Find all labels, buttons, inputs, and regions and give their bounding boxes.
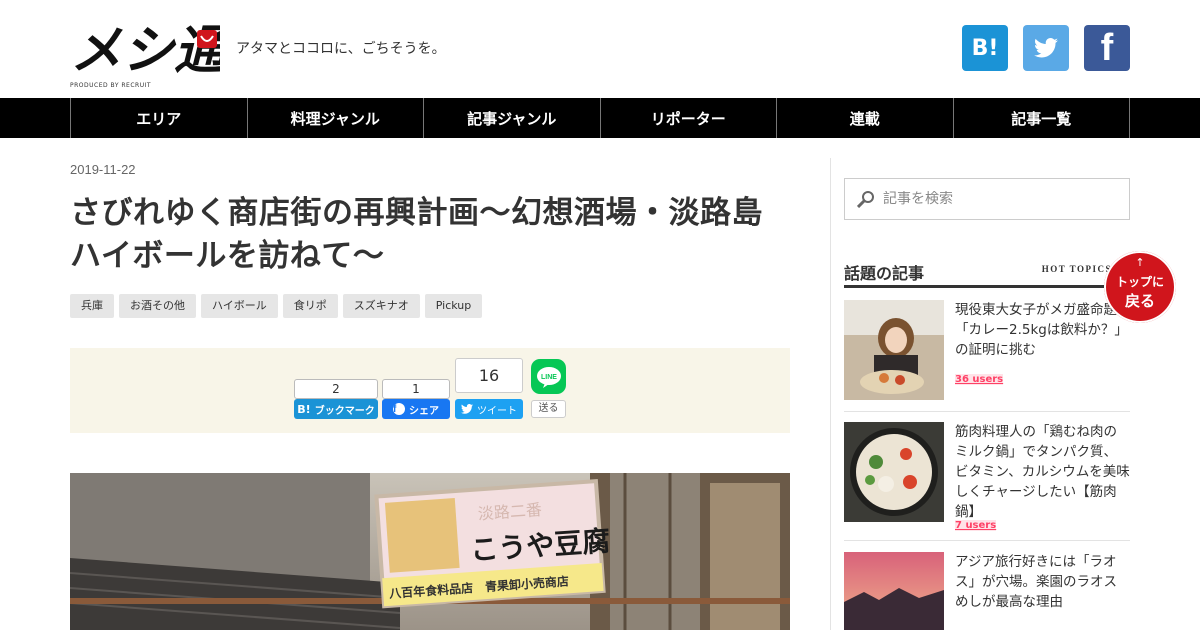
article-thumbnail[interactable]	[844, 552, 944, 630]
back-to-top-label-2: 戻る	[1124, 292, 1155, 310]
popular-subtitle: HOT TOPICS	[1041, 264, 1112, 274]
site-tagline: アタマとココロに、ごちそうを。	[236, 41, 446, 57]
back-to-top-label-1: トップに	[1115, 275, 1164, 289]
line-icon[interactable]: LINE	[531, 359, 566, 394]
tag-other-drinks[interactable]: お酒その他	[119, 294, 196, 318]
global-nav: エリア 料理ジャンル 記事ジャンル リポーター 連載 記事一覧	[0, 98, 1200, 138]
popular-article-3[interactable]: アジア旅行好きには「ラオス」が穴場。楽園のラオスめしが最高な理由	[844, 552, 1130, 630]
hatena-b-icon: B!	[297, 402, 311, 416]
tag-food-report[interactable]: 食リポ	[282, 294, 338, 318]
hatena-count: 2	[294, 379, 378, 399]
popular-title: 話題の記事	[844, 264, 925, 283]
twitter-share-label: ツイート	[477, 405, 517, 417]
facebook-circle-icon: f	[393, 403, 405, 415]
popular-header: 話題の記事 HOT TOPICS	[844, 258, 1130, 288]
hatena-share[interactable]: 2 B! ブックマーク	[294, 379, 378, 419]
hatena-share-label: ブックマーク	[314, 405, 375, 417]
tag-hyogo[interactable]: 兵庫	[70, 294, 114, 318]
up-arrow-icon: ↑	[1135, 256, 1145, 269]
hatena-users-badge[interactable]: 36 users	[955, 374, 1004, 385]
tag-suzuki-nao[interactable]: スズキナオ	[342, 294, 420, 318]
nav-item-article-list[interactable]: 記事一覧	[954, 98, 1130, 138]
article-thumbnail[interactable]	[844, 422, 944, 522]
logo-wordmark: メシ通	[70, 20, 220, 81]
nav-item-reporter[interactable]: リポーター	[601, 98, 777, 138]
article-thumbnail[interactable]	[844, 300, 944, 400]
article-tags: 兵庫 お酒その他 ハイボール 食リポ スズキナオ Pickup	[70, 294, 483, 318]
twitter-count: 16	[455, 358, 523, 393]
search-input[interactable]	[883, 191, 1113, 207]
tag-highball[interactable]: ハイボール	[201, 294, 278, 318]
share-box: 2 B! ブックマーク 1 f シェア 16 ツイート LINE 送る	[70, 348, 790, 433]
article-title: さびれゆく商店街の再興計画〜幻想酒場・淡路島ハイボールを訪ねて〜	[70, 195, 763, 274]
svg-text:LINE: LINE	[541, 374, 557, 381]
hatena-bookmark-icon[interactable]: B!	[962, 25, 1008, 71]
article-title-link[interactable]: アジア旅行好きには「ラオス」が穴場。楽園のラオスめしが最高な理由	[955, 552, 1130, 612]
tag-pickup[interactable]: Pickup	[424, 294, 483, 318]
list-separator	[844, 540, 1130, 541]
hatena-users-badge[interactable]: 7 users	[955, 520, 997, 531]
line-send-button[interactable]: 送る	[531, 400, 566, 418]
facebook-share[interactable]: 1 f シェア	[382, 379, 450, 419]
nav-item-cuisine-genre[interactable]: 料理ジャンル	[248, 98, 424, 138]
facebook-share-button[interactable]: f シェア	[382, 399, 450, 419]
list-separator	[844, 411, 1130, 412]
facebook-share-label: シェア	[409, 405, 439, 417]
back-to-top-button[interactable]: ↑ トップに 戻る	[1104, 251, 1176, 323]
article-date: 2019-11-22	[70, 162, 136, 177]
twitter-icon[interactable]	[1023, 25, 1069, 71]
nav-item-series[interactable]: 連載	[777, 98, 954, 138]
sidebar-divider	[830, 158, 831, 630]
search-icon	[857, 191, 874, 208]
twitter-bird-icon	[461, 404, 473, 414]
logo-credit: PRODUCED BY RECRUIT	[70, 82, 151, 89]
hero-image: 淡路二番 こうや豆腐 八百年食料品店 青果卸小売商店	[70, 473, 790, 630]
popular-article-1[interactable]: 現役東大女子がメガ盛命題「カレー2.5kgは飲料か？」の証明に挑む 36 use…	[844, 300, 1130, 400]
site-header: メシ通 PRODUCED BY RECRUIT アタマとココロに、ごちそうを。 …	[0, 0, 1200, 98]
hatena-share-button[interactable]: B! ブックマーク	[294, 399, 378, 419]
search-box[interactable]	[844, 178, 1130, 220]
nav-item-area[interactable]: エリア	[71, 98, 248, 138]
popular-article-2[interactable]: 筋肉料理人の「鶏むね肉のミルク鍋」でタンパク質、ビタミン、カルシウムを美味しくチ…	[844, 422, 1130, 531]
twitter-share-button[interactable]: ツイート	[455, 399, 523, 419]
facebook-count: 1	[382, 379, 450, 399]
nav-item-article-genre[interactable]: 記事ジャンル	[424, 98, 601, 138]
article-title-link[interactable]: 筋肉料理人の「鶏むね肉のミルク鍋」でタンパク質、ビタミン、カルシウムを美味しくチ…	[955, 422, 1130, 522]
twitter-share[interactable]: 16 ツイート	[455, 358, 523, 419]
site-logo[interactable]: メシ通 PRODUCED BY RECRUIT	[70, 10, 233, 90]
facebook-icon[interactable]: f	[1084, 25, 1130, 71]
logo-graphic: メシ通 PRODUCED BY RECRUIT	[70, 20, 233, 89]
